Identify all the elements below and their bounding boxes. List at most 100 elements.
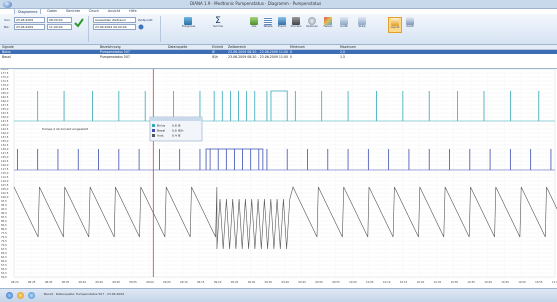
app-menu-button[interactable]: [3, 1, 12, 8]
y-tick-label: 100,0: [1, 195, 9, 199]
legend-value: 0,8 IE: [172, 124, 181, 128]
colors-button[interactable]: Farben: [322, 17, 334, 31]
row-range: 23.06.2009 08:20 - 23.06.2009 11:00: [228, 55, 289, 59]
x-tick-label: 10:00: [349, 280, 357, 284]
app-taskbar-icon[interactable]: [28, 292, 35, 299]
row-name: Basal: [2, 55, 11, 59]
graphic-button[interactable]: Grafik: [338, 17, 350, 31]
col-name[interactable]: Bezeichnung: [100, 45, 121, 49]
von-date-field[interactable]: 23.06.2009: [14, 17, 45, 23]
events-icon: [184, 17, 192, 25]
y-tick-label: 130,0: [1, 147, 9, 151]
col-max[interactable]: Maximum: [340, 45, 356, 49]
legend-value: 0,4 IE: [172, 134, 181, 138]
table-button[interactable]: Tabelle: [262, 17, 274, 31]
legend-name: Bolus: [157, 124, 166, 128]
y-tick-label: 175,0: [1, 75, 9, 79]
print-button[interactable]: Drucken: [290, 17, 302, 31]
export-icon: [278, 17, 286, 25]
y-tick-label: 172,5: [1, 79, 9, 83]
pump-status-chart[interactable]: 180,0177,5175,0172,5170,0167,5165,0162,5…: [0, 67, 557, 288]
col-range[interactable]: Zeitbereich: [228, 45, 246, 49]
y-tick-label: 110,0: [1, 179, 9, 183]
row-range: 23.06.2009 08:20 - 23.06.2009 11:00: [228, 50, 289, 54]
y-tick-label: 82,5: [1, 223, 7, 227]
y-tick-label: 52,5: [1, 271, 7, 275]
row-min: 0: [290, 55, 293, 59]
y-tick-label: 167,5: [1, 87, 9, 91]
y-tick-label: 150,0: [1, 115, 9, 119]
y-tick-label: 50,0: [1, 275, 7, 279]
table-row[interactable]: Basal Pumpenstatus 507 IE/h 23.06.2009 0…: [0, 55, 557, 59]
timepoint-field[interactable]: 23.06.2009 09:00:00: [93, 24, 136, 30]
all-button[interactable]: Alle: [248, 17, 260, 31]
layout-label: Layout: [390, 26, 400, 29]
events-button[interactable]: Ereignisse: [182, 17, 196, 31]
all-label: Alle: [251, 25, 257, 28]
chart-area[interactable]: 180,0 177,5 175,0 172,5 170,0 167,5 165,0 162,5…: [0, 67, 557, 288]
y-tick-label: 87,5: [1, 215, 7, 219]
col-unit[interactable]: Einheit: [212, 45, 223, 49]
events-label: Ereignisse: [182, 25, 196, 28]
y-tick-label: 85,0: [1, 219, 7, 223]
chart-legend[interactable]: Bolus 0,8 IE Basal 0,6 IE/h Ausl. 0,4 IE: [149, 116, 203, 142]
y-tick-label: 55,0: [1, 267, 7, 271]
layout-button[interactable]: Layout: [388, 17, 402, 33]
y-tick-label: 57,5: [1, 263, 7, 267]
signal-table: Signale Bezeichnung Datenquelle Einheit …: [0, 45, 557, 69]
row-unit: IE: [212, 50, 215, 54]
y-tick-label: 107,5: [1, 183, 9, 187]
graphic-label: Grafik: [340, 25, 348, 28]
legend-swatch: [152, 134, 155, 137]
scale-button[interactable]: Skala: [356, 17, 368, 31]
table-row[interactable]: Bolus Pumpenstatus 507 IE 23.06.2009 08:…: [0, 50, 557, 54]
export-button[interactable]: Export: [276, 17, 288, 31]
x-tick-label: 09:45: [298, 280, 306, 284]
sum-button[interactable]: Σ Summe: [212, 17, 224, 31]
x-tick-label: 08:30: [45, 280, 53, 284]
legend-swatch: [152, 129, 155, 132]
row-max: 2,0: [340, 50, 346, 54]
row-unit: IE/h: [212, 55, 219, 59]
y-tick-label: 120,0: [1, 163, 9, 167]
table-label: Tabelle: [263, 25, 273, 28]
y-tick-label: 72,5: [1, 239, 7, 243]
bis-date-field[interactable]: 23.06.2009: [14, 24, 45, 30]
col-source[interactable]: Datenquelle: [168, 45, 187, 49]
bis-time-field[interactable]: 11:00:00: [47, 24, 72, 30]
row-source: Pumpenstatus 507: [100, 50, 130, 54]
options-button[interactable]: Optionen: [306, 17, 318, 31]
y-tick-label: 145,0: [1, 123, 9, 127]
y-tick-label: 112,5: [1, 175, 9, 179]
timepoint-select[interactable]: Auswahlen Zeitraum: [93, 17, 136, 23]
y-tick-label: 165,0: [1, 91, 9, 95]
y-tick-label: 92,5: [1, 207, 7, 211]
x-tick-label: 10:20: [417, 280, 425, 284]
y-tick-label: 142,5: [1, 127, 9, 131]
y-tick-label: 135,0: [1, 139, 9, 143]
x-tick-label: 09:50: [315, 280, 323, 284]
y-tick-label: 155,0: [1, 107, 9, 111]
windows-start-icon[interactable]: [6, 292, 13, 299]
y-tick-label: 162,5: [1, 95, 9, 99]
device-button[interactable]: Gerät: [404, 17, 416, 31]
apply-check-icon[interactable]: [74, 18, 84, 28]
col-min[interactable]: Minimum: [290, 45, 305, 49]
colors-label: Farben: [323, 25, 333, 28]
legend-swatch: [152, 124, 155, 127]
chart-annotation: Pumpe 2 ist korrekt eingestellt: [42, 127, 89, 131]
legend-value: 0,6 IE/h: [172, 129, 184, 133]
bis-label: Bis:: [4, 25, 10, 29]
x-tick-label: 09:30: [248, 280, 256, 284]
x-tick-label: 09:00: [146, 280, 154, 284]
explorer-icon[interactable]: [17, 292, 24, 299]
x-tick-label: 08:20: [11, 280, 19, 284]
y-tick-label: 102,5: [1, 191, 9, 195]
ribbon: Von: 23.06.2009 08:20:00 Bis: 23.06.2009…: [0, 14, 557, 45]
x-tick-label: 08:40: [79, 280, 87, 284]
von-time-field[interactable]: 08:20:00: [47, 17, 72, 23]
y-tick-label: 160,0: [1, 99, 9, 103]
help-icon[interactable]: [138, 24, 144, 30]
x-tick-label: 08:35: [62, 280, 70, 284]
legend-name: Basal: [157, 129, 165, 133]
